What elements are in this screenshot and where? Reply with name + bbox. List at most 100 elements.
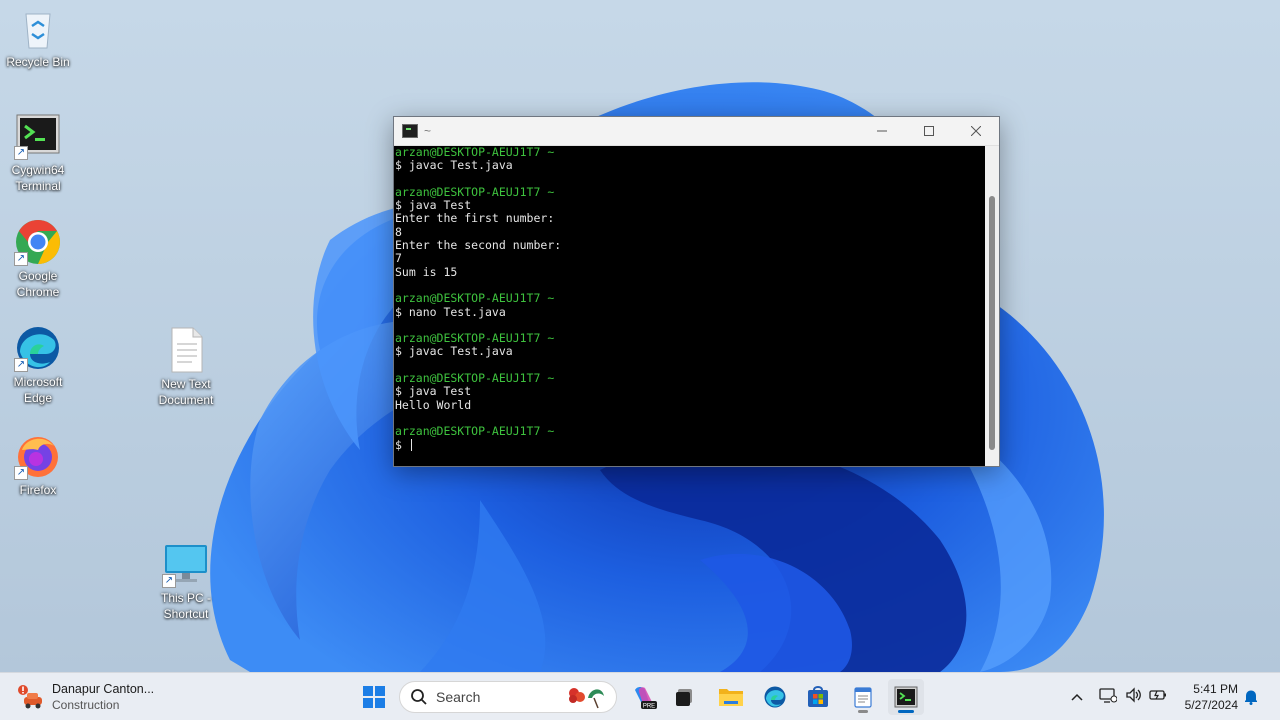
minimize-icon xyxy=(876,130,887,132)
copilot-button[interactable]: PRE xyxy=(626,679,662,715)
desktop-icon-label: Cygwin64 Terminal xyxy=(11,163,65,193)
shortcut-arrow-icon: ↗ xyxy=(14,146,28,160)
start-button[interactable] xyxy=(356,679,392,715)
desktop-icon-label: Microsoft Edge xyxy=(13,375,63,405)
edge-icon xyxy=(764,686,786,708)
shortcut-arrow-icon: ↗ xyxy=(162,574,176,588)
desktop-icon-new-text-document[interactable]: New Text Document xyxy=(149,326,223,408)
terminal-prompt-line: arzan@DESKTOP-AEUJ1T7 ~ xyxy=(395,331,555,346)
task-view-icon xyxy=(676,689,692,706)
desktop-icon-firefox[interactable]: ↗ Firefox xyxy=(1,432,75,498)
terminal-output-line: $ javac Test.java xyxy=(395,344,513,359)
taskbar-search-box[interactable]: Search xyxy=(399,681,617,713)
terminal-output-line: $ java Test xyxy=(395,198,472,213)
minimize-button[interactable] xyxy=(858,117,905,146)
desktop-icon-this-pc[interactable]: ↗ This PC - Shortcut xyxy=(149,540,223,622)
desktop-icon-label: Recycle Bin xyxy=(6,55,70,69)
chevron-up-icon xyxy=(1071,693,1083,701)
task-view-button[interactable] xyxy=(666,679,702,715)
battery-charging-icon xyxy=(1149,689,1166,700)
terminal-output-line: 7 xyxy=(395,251,402,266)
terminal-output-line: $ java Test xyxy=(395,384,472,399)
folder-icon xyxy=(719,689,743,706)
terminal-output-line: 8 xyxy=(395,224,402,239)
text-cursor xyxy=(410,438,412,451)
volume-icon xyxy=(1126,686,1141,703)
shortcut-arrow-icon: ↗ xyxy=(14,466,28,480)
chrome-icon: ↗ xyxy=(14,218,62,266)
bell-icon xyxy=(1245,690,1257,705)
windows-icon xyxy=(363,686,385,708)
running-indicator-active xyxy=(898,710,914,713)
traffic-warning-icon xyxy=(16,682,46,712)
cygwin-terminal-icon: ↗ xyxy=(14,112,62,160)
store-icon xyxy=(808,686,828,707)
weather-title: Danapur Canton... xyxy=(52,682,155,696)
scrollbar-thumb[interactable] xyxy=(989,196,995,450)
terminal-output-line: Enter the first number: xyxy=(395,211,555,226)
terminal-input-text: $ xyxy=(395,437,409,452)
edge-icon: ↗ xyxy=(14,324,62,372)
terminal-prompt-line: arzan@DESKTOP-AEUJ1T7 ~ xyxy=(395,291,555,306)
firefox-icon: ↗ xyxy=(14,432,62,480)
svg-text:PRE: PRE xyxy=(643,704,655,710)
cygwin-terminal-window[interactable]: ~ arzan@DESKTOP-AEUJ1T7 ~ $ javac Test.ja… xyxy=(393,116,1000,467)
desktop-icon-label: Firefox xyxy=(19,483,57,497)
terminal-app-icon xyxy=(402,124,418,138)
terminal-input-line[interactable]: $ xyxy=(395,437,984,452)
search-label: Search xyxy=(436,689,481,705)
terminal-icon xyxy=(894,686,918,708)
weather-widget[interactable]: Danapur Canton... Construction xyxy=(16,681,154,713)
desktop-icon-label: Google Chrome xyxy=(16,269,60,299)
terminal-prompt-line: arzan@DESKTOP-AEUJ1T7 ~ xyxy=(395,424,555,439)
terminal-output-line: Enter the second number: xyxy=(395,238,562,253)
terminal-output-line: Hello World xyxy=(395,397,472,412)
desktop-icon-google-chrome[interactable]: ↗ Google Chrome xyxy=(1,218,75,300)
terminal-prompt-line: arzan@DESKTOP-AEUJ1T7 ~ xyxy=(395,184,555,199)
battery-button[interactable] xyxy=(1149,688,1167,707)
desktop-icon-cygwin-terminal[interactable]: ↗ Cygwin64 Terminal xyxy=(1,112,75,194)
search-highlight-icon xyxy=(569,688,604,709)
terminal-output-line: $ javac Test.java xyxy=(395,158,513,173)
clock-date: 5/27/2024 xyxy=(1184,698,1238,712)
search-icon xyxy=(411,689,427,705)
terminal-scrollbar[interactable] xyxy=(985,146,999,466)
taskbar: Danapur Canton... Construction Search PR… xyxy=(0,672,1280,720)
network-button[interactable] xyxy=(1099,687,1118,708)
volume-button[interactable] xyxy=(1125,686,1143,708)
taskbar-clock[interactable]: 5:41 PM 5/27/2024 xyxy=(1176,681,1238,713)
weather-subtitle: Construction xyxy=(52,698,120,712)
desktop-icon-microsoft-edge[interactable]: ↗ Microsoft Edge xyxy=(1,324,75,406)
clock-time: 5:41 PM xyxy=(1193,682,1238,696)
file-explorer-button[interactable] xyxy=(713,679,749,715)
copilot-icon: PRE xyxy=(635,687,657,710)
desktop-icon-label: New Text Document xyxy=(158,377,214,407)
notepad-button[interactable] xyxy=(845,679,881,715)
maximize-icon xyxy=(923,126,934,136)
shortcut-arrow-icon: ↗ xyxy=(14,358,28,372)
terminal-output-line: Sum is 15 xyxy=(395,264,458,279)
cygwin-taskbar-button[interactable] xyxy=(888,679,924,715)
window-titlebar[interactable]: ~ xyxy=(394,117,999,146)
terminal-output[interactable]: arzan@DESKTOP-AEUJ1T7 ~ $ javac Test.java… xyxy=(394,146,985,466)
notifications-button[interactable] xyxy=(1244,689,1258,710)
maximize-button[interactable] xyxy=(905,117,952,146)
network-icon xyxy=(1099,687,1118,703)
show-hidden-icons-button[interactable] xyxy=(1067,693,1087,701)
shortcut-arrow-icon: ↗ xyxy=(14,252,28,266)
edge-taskbar-button[interactable] xyxy=(757,679,793,715)
desktop-icon-label: This PC - Shortcut xyxy=(160,591,211,621)
close-button[interactable] xyxy=(952,117,999,146)
terminal-prompt-line: arzan@DESKTOP-AEUJ1T7 ~ xyxy=(395,146,555,159)
terminal-output-line: $ nano Test.java xyxy=(395,304,506,319)
this-pc-icon: ↗ xyxy=(162,540,210,588)
notepad-icon xyxy=(854,687,872,708)
desktop-icon-recycle-bin[interactable]: Recycle Bin xyxy=(1,4,75,70)
terminal-prompt-line: arzan@DESKTOP-AEUJ1T7 ~ xyxy=(395,371,555,386)
microsoft-store-button[interactable] xyxy=(800,679,836,715)
